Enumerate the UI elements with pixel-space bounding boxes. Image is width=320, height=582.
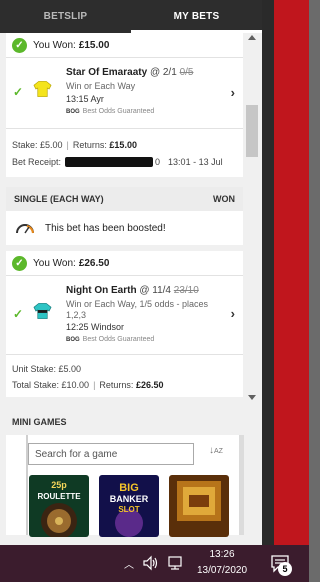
big-banker-thumbnail: BIG BANKER SLOT [99, 475, 159, 537]
game-line1: 25p [51, 480, 67, 490]
jockey-silk-icon [33, 303, 52, 319]
notification-count: 5 [278, 562, 292, 576]
speedometer-icon [16, 224, 34, 234]
tab-betslip[interactable]: BETSLIP [0, 0, 131, 33]
scroll-thumb[interactable] [246, 105, 258, 157]
won-label: You Won: [33, 257, 76, 269]
bog-logo: BOG [66, 337, 80, 343]
bog-logo: BOG [66, 109, 80, 115]
receipt-time: 13:01 - 13 Jul [168, 157, 223, 167]
receipt-label: Bet Receipt: [12, 157, 62, 167]
total-stake: Total Stake: £10.00 [12, 380, 90, 390]
bet-receipt-row: Bet Receipt: 0 13:01 - 13 Jul [6, 153, 243, 171]
market-text: Win or Each Way [66, 81, 136, 91]
total-stake-row: Total Stake: £10.00 | Returns: £26.50 [12, 380, 164, 390]
tab-bar: BETSLIP MY BETS [0, 0, 262, 33]
check-icon: ✓ [13, 85, 24, 99]
selection-name-line: Night On Earth @ 11/4 23/10 [66, 285, 199, 296]
scroll-down-arrow[interactable] [248, 395, 256, 400]
bet-status: WON [213, 194, 235, 204]
bet-type: SINGLE (EACH WAY) [14, 194, 104, 204]
check-circle-icon: ✓ [12, 255, 27, 271]
event-text: 13:15 Ayr [66, 94, 104, 104]
won-row: ✓ You Won: £26.50 [6, 251, 243, 275]
game-tile-third[interactable] [169, 475, 229, 537]
selection-odds: @ 2/1 [149, 67, 177, 78]
game-search-input[interactable]: Search for a game [28, 443, 194, 465]
old-odds: 23/10 [173, 285, 199, 296]
stake-text: Stake: £5.00 [12, 140, 63, 150]
game-thumbnail [169, 475, 229, 537]
boost-text: This bet has been boosted! [45, 222, 166, 234]
bog-text: Best Odds Guaranteed [82, 108, 155, 115]
market-text: Win or Each Way, 1/5 odds - places [66, 299, 209, 309]
network-icon[interactable] [166, 554, 184, 572]
chevron-up-icon[interactable]: ︿ [124, 556, 134, 571]
best-odds-guaranteed: BOG Best Odds Guaranteed [66, 108, 154, 115]
market-text-2: 1,2,3 [66, 310, 87, 320]
bets-scroll-area[interactable]: ✓ You Won: £15.00 ✓ Star Of Emaraaty @ 2… [0, 33, 262, 545]
unit-stake: Unit Stake: £5.00 [12, 364, 82, 374]
vertical-scrollbar[interactable] [244, 33, 260, 545]
selection-row[interactable]: ✓ Star Of Emaraaty @ 2/1 0/5 Win or Each… [6, 58, 243, 128]
bet-header: SINGLE (EACH WAY) WON [6, 187, 243, 211]
betslip-panel: BETSLIP MY BETS ✓ You Won: £15.00 ✓ Star… [0, 0, 262, 545]
game-tile-roulette[interactable]: 25p ROULETTE [29, 475, 89, 537]
chevron-right-icon[interactable]: › [231, 306, 235, 321]
chevron-right-icon[interactable]: › [231, 85, 235, 100]
check-icon: ✓ [13, 307, 24, 321]
selection-row[interactable]: ✓ Night On Earth @ 11/4 23/10 Win or Eac… [6, 276, 243, 354]
old-odds: 0/5 [179, 67, 194, 78]
won-amount: £26.50 [78, 257, 110, 269]
bet-card: ✓ You Won: £26.50 ✓ Night On Earth @ 11/… [6, 251, 243, 397]
selection-name: Star Of Emaraaty [66, 67, 148, 78]
returns-value: £26.50 [135, 380, 164, 390]
game-line1: BIG [119, 482, 139, 494]
won-label: You Won: [33, 39, 76, 51]
won-row: ✓ You Won: £15.00 [6, 33, 243, 57]
clock-time: 13:26 [209, 549, 235, 560]
sort-az-icon[interactable]: ↓AZ [209, 445, 223, 456]
unit-stake-row: Unit Stake: £5.00 [6, 361, 243, 377]
returns-label: Returns: [72, 140, 107, 150]
game-line2: BANKER [110, 494, 149, 504]
boost-banner: This bet has been boosted! [6, 211, 243, 245]
won-amount: £15.00 [78, 39, 110, 51]
bet-card: ✓ You Won: £15.00 ✓ Star Of Emaraaty @ 2… [6, 33, 243, 177]
windows-taskbar: ︿ 13:26 13/07/2020 [0, 545, 309, 582]
clock-date: 13/07/2020 [196, 565, 248, 576]
redacted-receipt [65, 157, 154, 167]
game-line3: SLOT [118, 505, 139, 514]
selection-odds: @ 11/4 [139, 285, 171, 296]
best-odds-guaranteed: BOG Best Odds Guaranteed [66, 336, 154, 343]
game-tile-big-banker[interactable]: BIG BANKER SLOT [99, 475, 159, 537]
returns-label: Returns: [99, 380, 134, 390]
jockey-silk-icon [33, 81, 52, 97]
returns-value: £15.00 [109, 140, 137, 150]
speaker-icon[interactable] [142, 554, 160, 572]
receipt-tail: 0 [155, 157, 161, 167]
roulette-thumbnail: 25p ROULETTE [29, 475, 89, 537]
background-band [262, 0, 309, 545]
event-text: 12:25 Windsor [66, 322, 125, 332]
tab-my-bets[interactable]: MY BETS [131, 0, 262, 33]
mini-games-panel: Search for a game ↓AZ 25p ROULETTE BIG B… [6, 435, 251, 537]
mini-games-title: MINI GAMES [12, 417, 67, 427]
selection-name: Night On Earth [66, 285, 137, 296]
stake-row: Stake: £5.00 | Returns: £15.00 [12, 140, 137, 150]
check-circle-icon: ✓ [12, 37, 27, 53]
bets-list: ✓ You Won: £15.00 ✓ Star Of Emaraaty @ 2… [6, 33, 251, 537]
scroll-up-arrow[interactable] [248, 35, 256, 40]
selection-name-line: Star Of Emaraaty @ 2/1 0/5 [66, 67, 193, 78]
system-clock[interactable]: 13:26 13/07/2020 [196, 547, 248, 579]
game-line2: ROULETTE [37, 492, 81, 501]
bog-text: Best Odds Guaranteed [82, 336, 155, 343]
